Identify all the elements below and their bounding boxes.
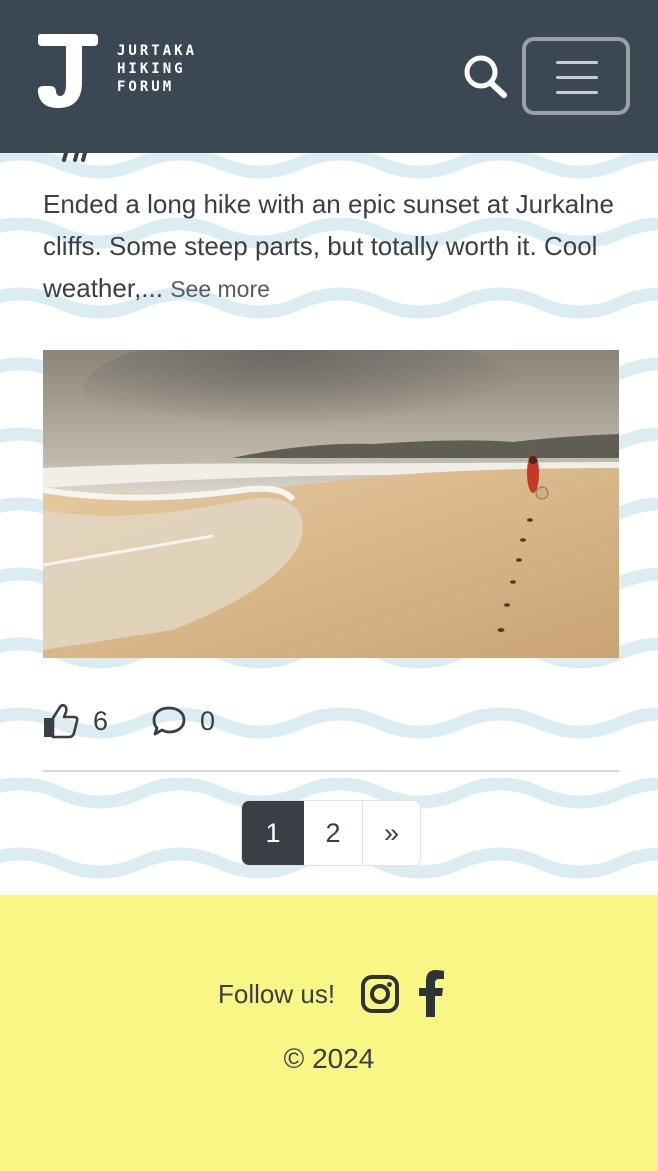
facebook-icon[interactable] [416, 969, 446, 1017]
post-divider [43, 770, 619, 772]
next-page-button[interactable]: » [363, 801, 420, 865]
page-2-button[interactable]: 2 [304, 801, 363, 865]
copyright-year: 2024 [312, 1043, 375, 1074]
logo-line-2: HIKING [117, 61, 186, 77]
copyright: © 2024 [0, 1043, 658, 1075]
post-body-text: Ended a long hike with an epic sunset at… [43, 189, 614, 303]
menu-toggle-button[interactable] [522, 37, 630, 115]
follow-label: Follow us! [218, 979, 336, 1009]
truncated-glyph [62, 153, 87, 162]
likes-count: 6 [93, 706, 109, 736]
thumbs-up-icon[interactable] [43, 703, 79, 739]
copyright-symbol: © [283, 1043, 305, 1074]
logo-line-1: JURTAKA [117, 43, 198, 59]
see-more-link[interactable]: See more [170, 276, 270, 302]
comment-icon[interactable] [151, 703, 187, 739]
beach-photo [43, 350, 619, 658]
hamburger-icon-bar [556, 91, 598, 94]
hamburger-icon-bar [556, 76, 598, 79]
logo-j-mark [37, 34, 98, 108]
search-button[interactable] [462, 54, 508, 98]
pagination: 1 2 » [241, 800, 421, 866]
hamburger-icon [556, 61, 598, 64]
post-feed: Ended a long hike with an epic sunset at… [0, 153, 658, 895]
search-icon [464, 55, 507, 98]
site-logo[interactable]: JURTAKA HIKING FORUM [36, 30, 216, 110]
logo-wordmark: JURTAKA HIKING FORUM [117, 42, 197, 96]
post-image[interactable] [43, 350, 619, 658]
comments-count: 0 [200, 706, 216, 736]
instagram-icon[interactable] [361, 975, 399, 1013]
site-header: JURTAKA HIKING FORUM [0, 0, 658, 153]
post-body: Ended a long hike with an epic sunset at… [43, 183, 618, 310]
page-1-button[interactable]: 1 [242, 801, 304, 865]
social-links: Follow us! [0, 970, 658, 1025]
logo-line-3: FORUM [117, 79, 175, 95]
site-footer: Follow us! © 2024 [0, 895, 658, 1171]
post-stats: 6 0 [43, 703, 343, 743]
